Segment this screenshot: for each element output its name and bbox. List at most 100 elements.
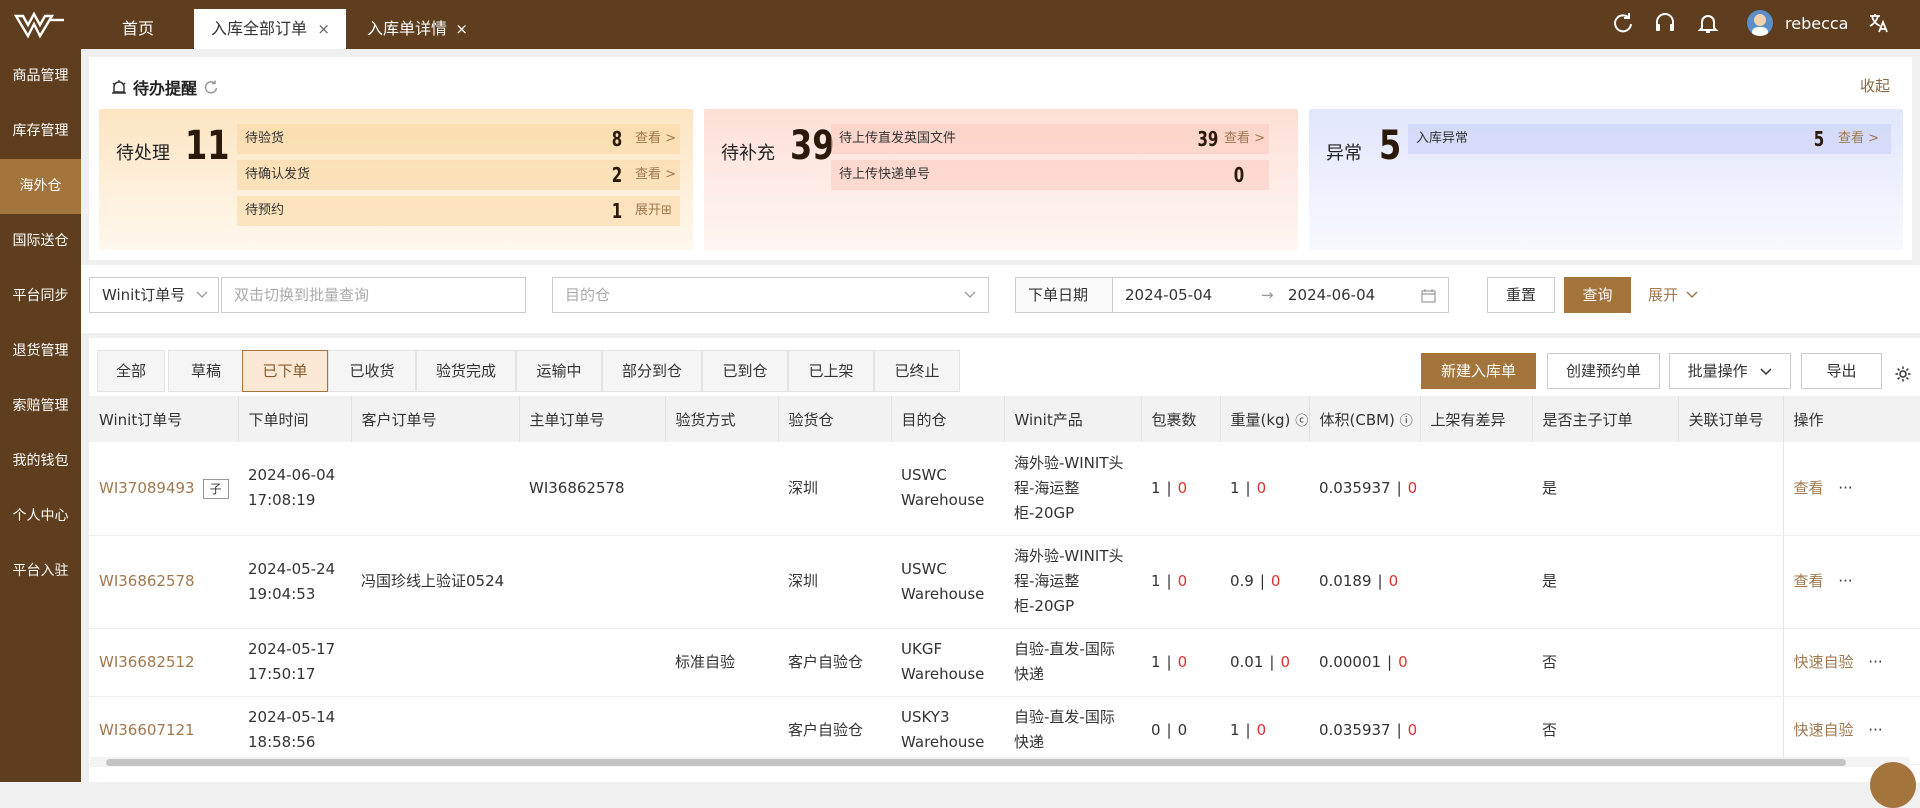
quick-inspect-button[interactable]: 快速自验 <box>1794 653 1854 671</box>
tab-status-partial-arrived[interactable]: 部分到仓 <box>602 350 702 392</box>
related-order <box>1678 442 1783 536</box>
scrollbar-thumb[interactable] <box>106 759 1846 766</box>
sidebar-item-platform-sync[interactable]: 平台同步 <box>0 269 81 324</box>
view-link[interactable]: 查看 > <box>635 124 676 154</box>
order-time: 19:04:53 <box>248 584 316 603</box>
date-label: 下单日期 <box>1015 277 1113 313</box>
info-icon[interactable]: ⓒ <box>1295 414 1308 429</box>
order-type-value: Winit订单号 <box>102 286 186 304</box>
tab-status-ordered[interactable]: 已下单 <box>242 350 328 392</box>
order-link[interactable]: WI37089493 <box>99 479 195 497</box>
tab-all-inbound-orders[interactable]: 入库全部订单 × <box>194 9 346 49</box>
user-name: rebecca <box>1785 13 1849 33</box>
tab-status-received[interactable]: 已收货 <box>328 350 416 392</box>
package-diff: 0 <box>1177 652 1188 671</box>
sidebar-item-wallet[interactable]: 我的钱包 <box>0 434 81 489</box>
gear-icon[interactable] <box>1894 365 1912 383</box>
order-link[interactable]: WI36607121 <box>99 721 195 739</box>
destination-warehouse-select[interactable]: 目的仓 <box>552 277 989 313</box>
tab-status-in-transit[interactable]: 运输中 <box>516 350 602 392</box>
query-button[interactable]: 查询 <box>1564 277 1631 313</box>
view-button[interactable]: 查看 <box>1794 572 1824 590</box>
tab-status-arrived[interactable]: 已到仓 <box>702 350 788 392</box>
view-link[interactable]: 查看 > <box>1224 124 1265 154</box>
col-related-order: 关联订单号 <box>1678 396 1784 442</box>
inspection-warehouse: 客户自验仓 <box>778 628 891 697</box>
weight-diff: 0 <box>1256 720 1267 739</box>
search-input[interactable]: 双击切换到批量查询 <box>221 277 526 313</box>
more-icon[interactable]: ··· <box>1868 653 1882 671</box>
view-link[interactable]: 查看 > <box>1838 124 1879 154</box>
todo-row-label: 待预约 <box>245 203 285 218</box>
view-link[interactable]: 查看 > <box>635 160 676 190</box>
collapse-link[interactable]: 收起 <box>1860 75 1890 96</box>
master-order <box>519 696 665 765</box>
user-menu[interactable]: rebecca <box>1747 10 1848 36</box>
order-link[interactable]: WI36862578 <box>99 572 195 590</box>
batch-operations-button[interactable]: 批量操作 <box>1669 353 1791 389</box>
col-packages: 包裹数 <box>1141 396 1221 442</box>
close-icon[interactable]: × <box>455 9 468 49</box>
tab-inbound-detail[interactable]: 入库单详情 × <box>350 9 480 49</box>
refresh-icon[interactable] <box>203 79 219 95</box>
sidebar-item-products[interactable]: 商品管理 <box>0 49 81 104</box>
todo-row: 待上传快递单号 0 <box>831 160 1269 190</box>
tab-status-all[interactable]: 全部 <box>97 350 165 392</box>
package-count: 0 <box>1151 720 1161 739</box>
tab-status-shelved[interactable]: 已上架 <box>788 350 874 392</box>
orders-panel: 全部 草稿 已下单 已收货 验货完成 运输中 部分到仓 已到仓 已上架 已终止 … <box>89 338 1920 782</box>
expand-link[interactable]: 展开⊞ <box>635 196 672 226</box>
related-order <box>1678 535 1783 629</box>
translate-icon[interactable] <box>1866 10 1892 36</box>
help-float-button[interactable] <box>1870 762 1916 808</box>
todo-row-label: 待上传快递单号 <box>839 167 931 182</box>
order-link[interactable]: WI36682512 <box>99 653 195 671</box>
more-icon[interactable]: ··· <box>1838 479 1852 497</box>
view-button[interactable]: 查看 <box>1794 479 1824 497</box>
inspection-method <box>665 535 778 629</box>
is-master: 是 <box>1532 535 1678 629</box>
bell-icon[interactable] <box>1695 10 1721 36</box>
destination-code: USWC <box>901 559 947 578</box>
shelf-diff <box>1420 628 1532 697</box>
refresh-icon[interactable] <box>1610 10 1636 36</box>
sidebar-item-international-delivery[interactable]: 国际送仓 <box>0 214 81 269</box>
customer-order <box>351 442 519 536</box>
col-actions: 操作 <box>1782 396 1920 442</box>
tab-status-draft[interactable]: 草稿 <box>168 350 244 392</box>
todo-row-value: 8 <box>611 127 623 151</box>
date-range-picker[interactable]: 2024-05-04 → 2024-06-04 <box>1112 277 1449 313</box>
sidebar-item-claims[interactable]: 索赔管理 <box>0 379 81 434</box>
headset-icon[interactable] <box>1652 10 1678 36</box>
card-count: 39 <box>790 123 835 169</box>
order-date: 2024-05-14 <box>248 708 336 726</box>
col-destination: 目的仓 <box>891 396 1005 442</box>
expand-filters-button[interactable]: 展开 <box>1648 277 1698 313</box>
date-end[interactable]: 2024-06-04 <box>1288 278 1375 312</box>
sidebar-item-personal-center[interactable]: 个人中心 <box>0 489 81 544</box>
tab-home[interactable]: 首页 <box>100 9 176 49</box>
order-type-select[interactable]: Winit订单号 <box>89 277 219 313</box>
help-icon[interactable]: ⓘ <box>1400 414 1413 429</box>
sidebar-item-inventory[interactable]: 库存管理 <box>0 104 81 159</box>
create-booking-button[interactable]: 创建预约单 <box>1547 353 1660 389</box>
sidebar-item-overseas-warehouse[interactable]: 海外仓 <box>0 159 81 214</box>
tab-status-inspected[interactable]: 验货完成 <box>416 350 516 392</box>
more-icon[interactable]: ··· <box>1868 721 1882 739</box>
package-count: 1 <box>1151 652 1161 671</box>
new-inbound-order-button[interactable]: 新建入库单 <box>1421 353 1536 389</box>
winit-logo-icon[interactable] <box>14 10 66 40</box>
col-product: Winit产品 <box>1004 396 1142 442</box>
more-icon[interactable]: ··· <box>1838 572 1852 590</box>
tab-status-terminated[interactable]: 已终止 <box>874 350 960 392</box>
date-start[interactable]: 2024-05-04 <box>1125 286 1212 304</box>
reset-button[interactable]: 重置 <box>1487 277 1555 313</box>
sidebar-item-returns[interactable]: 退货管理 <box>0 324 81 379</box>
horizontal-scrollbar[interactable] <box>90 757 1909 767</box>
col-volume: 体积(CBM) ⓘ <box>1309 396 1421 442</box>
close-icon[interactable]: × <box>317 9 330 49</box>
export-button[interactable]: 导出 <box>1801 353 1882 389</box>
quick-inspect-button[interactable]: 快速自验 <box>1794 721 1854 739</box>
sidebar-item-platform-onboarding[interactable]: 平台入驻 <box>0 544 81 599</box>
col-customer-order: 客户订单号 <box>351 396 520 442</box>
